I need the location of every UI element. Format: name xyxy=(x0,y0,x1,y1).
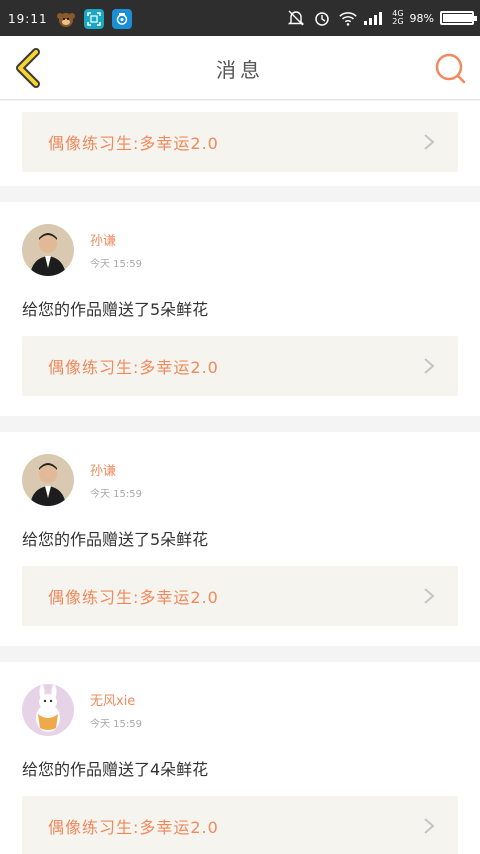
message-sender[interactable]: 无风xie 今天 15:59 xyxy=(22,662,458,738)
chevron-right-icon xyxy=(424,358,435,374)
card-divider xyxy=(0,646,480,662)
user-name[interactable]: 无风xie xyxy=(90,690,142,709)
monkey-app-icon xyxy=(56,9,76,29)
signal-icon xyxy=(364,8,386,28)
work-link[interactable]: 偶像练习生:多幸运2.0 xyxy=(22,566,458,626)
chevron-right-icon xyxy=(424,818,435,834)
work-title: 偶像练习生:多幸运2.0 xyxy=(48,588,219,607)
message-text: 给您的作品赠送了4朵鲜花 xyxy=(22,760,209,779)
message-card-partial: 偶像练习生:多幸运2.0 xyxy=(0,101,480,186)
search-icon xyxy=(435,53,466,84)
top-nav-bar: 消息 xyxy=(0,36,480,100)
avatar[interactable] xyxy=(22,454,74,506)
message-text: 给您的作品赠送了5朵鲜花 xyxy=(22,300,209,319)
message-time: 今天 15:59 xyxy=(90,259,142,270)
card-bottom-space xyxy=(22,396,458,416)
work-title: 偶像练习生:多幸运2.0 xyxy=(48,358,219,377)
bell-muted-icon xyxy=(286,8,306,28)
battery-percent: 98% xyxy=(409,11,434,25)
avatar[interactable] xyxy=(22,684,74,736)
chevron-right-icon xyxy=(424,588,435,604)
message-sender[interactable]: 孙谦 今天 15:59 xyxy=(22,432,458,508)
message-time: 今天 15:59 xyxy=(90,489,142,500)
user-name[interactable]: 孙谦 xyxy=(90,460,142,479)
camera-app-icon xyxy=(111,9,132,29)
status-time: 19:11 xyxy=(8,12,48,26)
card-divider xyxy=(0,416,480,432)
card-divider xyxy=(0,186,480,202)
wifi-icon xyxy=(338,8,358,28)
work-link[interactable]: 偶像练习生:多幸运2.0 xyxy=(22,112,458,172)
avatar[interactable] xyxy=(22,224,74,276)
work-link[interactable]: 偶像练习生:多幸运2.0 xyxy=(22,796,458,854)
work-title: 偶像练习生:多幸运2.0 xyxy=(48,134,219,153)
screenshot-app-icon xyxy=(83,9,104,29)
message-card: 孙谦 今天 15:59 给您的作品赠送了5朵鲜花 偶像练习生:多幸运2.0 xyxy=(0,432,480,646)
work-link[interactable]: 偶像练习生:多幸运2.0 xyxy=(22,336,458,396)
chevron-right-icon xyxy=(424,134,435,150)
message-sender[interactable]: 孙谦 今天 15:59 xyxy=(22,202,458,278)
work-title: 偶像练习生:多幸运2.0 xyxy=(48,818,219,837)
message-text: 给您的作品赠送了5朵鲜花 xyxy=(22,530,209,549)
card-bottom-space xyxy=(22,626,458,646)
message-card: 孙谦 今天 15:59 给您的作品赠送了5朵鲜花 偶像练习生:多幸运2.0 xyxy=(0,202,480,416)
status-bar: 19:11 4G 2G 98% xyxy=(0,0,480,36)
user-name[interactable]: 孙谦 xyxy=(90,230,142,249)
search-button[interactable] xyxy=(432,50,468,86)
battery-icon xyxy=(440,11,477,25)
message-card: 无风xie 今天 15:59 给您的作品赠送了4朵鲜花 偶像练习生:多幸运2.0 xyxy=(0,662,480,854)
network-type: 4G 2G xyxy=(392,10,403,26)
message-list[interactable]: 偶像练习生:多幸运2.0 孙谦 今天 15:59 给您的作品赠送了5朵鲜花 偶像… xyxy=(0,101,480,854)
alarm-icon xyxy=(312,8,332,28)
battery-fill xyxy=(443,14,473,22)
network-2g-label: 2G xyxy=(392,17,404,26)
page-title: 消息 xyxy=(216,58,264,82)
message-time: 今天 15:59 xyxy=(90,719,142,730)
